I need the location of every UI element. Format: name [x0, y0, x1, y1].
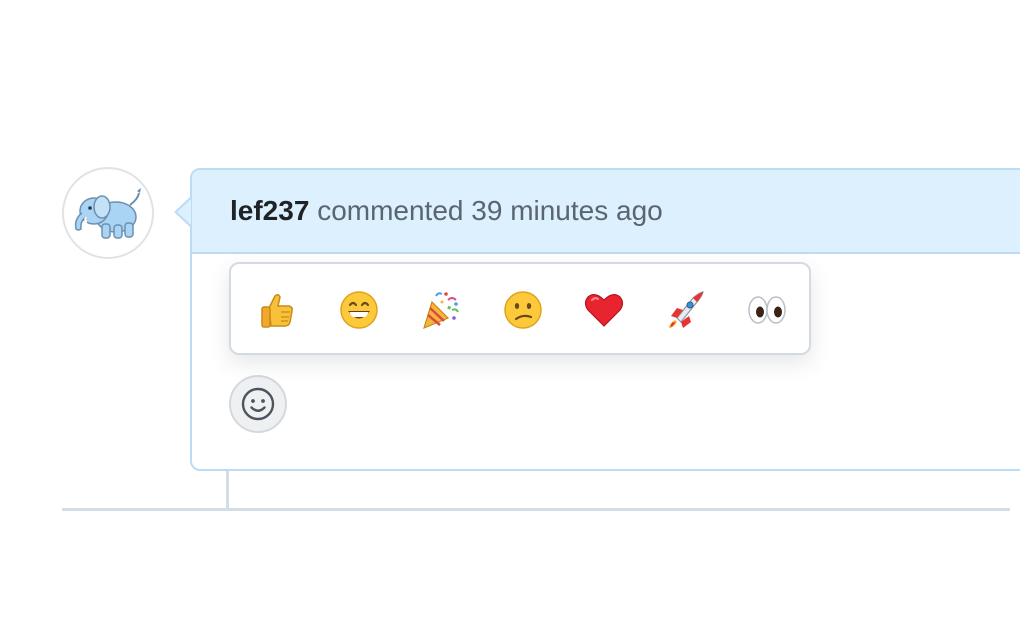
- reaction-confused-button[interactable]: [495, 282, 551, 338]
- author-avatar[interactable]: [62, 167, 154, 259]
- reaction-thumbs-up-button[interactable]: [249, 282, 305, 338]
- elephant-avatar-icon: [74, 188, 141, 239]
- timeline-item: lef237 commented 39 minutes ago: [0, 0, 1020, 638]
- reaction-popover: [229, 262, 811, 355]
- timeline-connector: [226, 471, 229, 511]
- reaction-heart-button[interactable]: [576, 282, 632, 338]
- smiley-icon: [241, 387, 275, 421]
- grinning-face-icon: [340, 291, 378, 329]
- comment-pointer-fill: [177, 199, 191, 225]
- rocket-icon: [669, 291, 704, 328]
- timeline-divider: [62, 508, 1010, 511]
- eyes-icon: [748, 296, 786, 324]
- comment-action: commented: [317, 195, 464, 226]
- party-popper-icon: [423, 292, 459, 330]
- reaction-laugh-button[interactable]: [331, 282, 387, 338]
- comment-timestamp[interactable]: 39 minutes ago: [471, 195, 662, 227]
- thumbs-up-icon: [261, 293, 293, 328]
- reaction-eyes-button[interactable]: [739, 282, 795, 338]
- comment-header: lef237 commented 39 minutes ago: [192, 170, 1020, 254]
- reaction-hooray-button[interactable]: [412, 282, 468, 338]
- add-reaction-button[interactable]: [229, 375, 287, 433]
- heart-icon: [584, 294, 624, 327]
- author-link[interactable]: lef237: [230, 195, 309, 227]
- reaction-rocket-button[interactable]: [657, 282, 713, 338]
- confused-face-icon: [504, 291, 542, 329]
